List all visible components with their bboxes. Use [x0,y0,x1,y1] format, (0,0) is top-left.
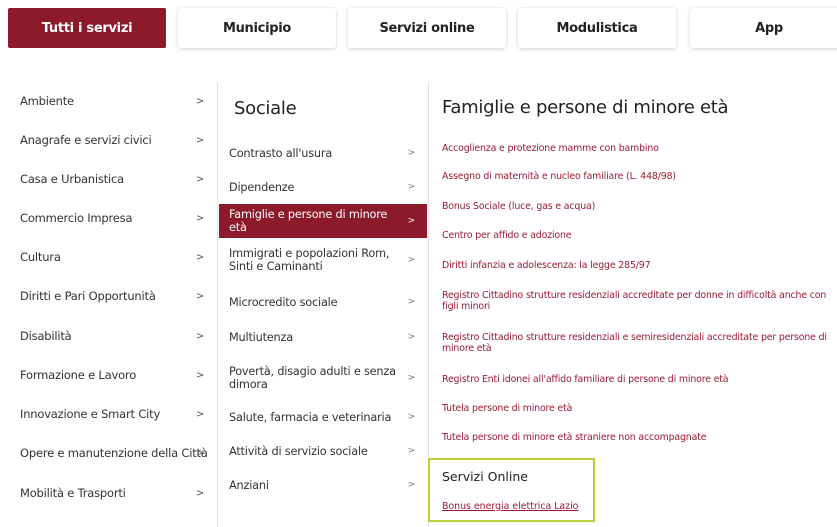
chevron-right-icon: > [407,331,416,342]
famiglie-heading: Famiglie e persone di minore età [442,97,729,118]
category-label: Casa e Urbanistica [20,172,124,186]
sociale-item-anziani[interactable]: Anziani > [219,470,427,500]
category-label: Anagrafe e servizi civici [20,133,152,147]
famiglie-link[interactable]: Registro Cittadino strutture residenzial… [442,290,837,312]
chevron-right-icon: > [407,215,416,226]
category-item-innovazione[interactable]: Innovazione e Smart City > [0,395,214,433]
sociale-item-immigrati[interactable]: Immigrati e popolazioni Rom, Sinti e Cam… [219,240,427,280]
chevron-right-icon: > [407,411,416,422]
category-item-diritti[interactable]: Diritti e Pari Opportunità > [0,277,214,315]
category-label: Mobilità e Trasporti [20,486,126,500]
sociale-item-dipendenze[interactable]: Dipendenze > [219,172,427,202]
tab-tutti-i-servizi[interactable]: Tutti i servizi [8,8,166,48]
sociale-item-label: Salute, farmacia e veterinaria [229,410,392,424]
chevron-right-icon: > [195,487,204,499]
famiglie-link[interactable]: Registro Cittadino strutture residenzial… [442,332,837,354]
category-item-mobilita-trasporti[interactable]: Mobilità e Trasporti > [0,474,214,512]
famiglie-link[interactable]: Diritti infanzia e adolescenza: la legge… [442,260,837,271]
famiglie-link[interactable]: Registro Enti idonei all'affido familiar… [442,374,837,385]
sociale-item-microcredito[interactable]: Microcredito sociale > [219,287,427,317]
category-label: Cultura [20,250,61,264]
category-label: Commercio Impresa [20,211,133,225]
category-item-disabilita[interactable]: Disabilità > [0,317,214,355]
chevron-right-icon: > [195,447,204,459]
category-item-anagrafe[interactable]: Anagrafe e servizi civici > [0,121,214,159]
sociale-item-label: Microcredito sociale [229,295,338,309]
category-label: Diritti e Pari Opportunità [20,289,156,303]
chevron-right-icon: > [195,290,204,302]
tab-app[interactable]: App [690,8,837,48]
category-item-cultura[interactable]: Cultura > [0,238,214,276]
chevron-right-icon: > [407,147,416,158]
sociale-item-attivita-servizio[interactable]: Attività di servizio sociale > [219,436,427,466]
chevron-right-icon: > [195,95,204,107]
category-label: Opere e manutenzione della Città [20,446,208,460]
tab-municipio[interactable]: Municipio [178,8,336,48]
category-label: Disabilità [20,329,72,343]
column-divider-left [217,82,218,527]
chevron-right-icon: > [407,296,416,307]
chevron-right-icon: > [195,173,204,185]
category-item-casa-urbanistica[interactable]: Casa e Urbanistica > [0,160,214,198]
tab-modulistica[interactable]: Modulistica [518,8,676,48]
famiglie-link[interactable]: Bonus Sociale (luce, gas e acqua) [442,201,837,212]
sociale-heading: Sociale [234,98,297,119]
sociale-item-contrasto-usura[interactable]: Contrasto all'usura > [219,138,427,168]
famiglie-link[interactable]: Assegno di maternità e nucleo familiare … [442,171,837,182]
famiglie-link[interactable]: Accoglienza e protezione mamme con bambi… [442,143,837,154]
chevron-right-icon: > [195,408,204,420]
category-label: Innovazione e Smart City [20,407,161,421]
chevron-right-icon: > [195,330,204,342]
sociale-item-poverta[interactable]: Povertà, disagio adulti e senza dimora > [219,358,427,398]
famiglie-link[interactable]: Centro per affido e adozione [442,230,837,241]
category-item-ambiente[interactable]: Ambiente > [0,82,214,120]
chevron-right-icon: > [407,372,416,383]
category-item-formazione-lavoro[interactable]: Formazione e Lavoro > [0,356,214,394]
chevron-right-icon: > [407,181,416,192]
sociale-item-label: Anziani [229,478,269,492]
category-item-opere-manutenzione[interactable]: Opere e manutenzione della Città > [0,434,214,472]
sociale-item-multiutenza[interactable]: Multiutenza > [219,322,427,352]
category-label: Ambiente [20,94,74,108]
chevron-right-icon: > [195,369,204,381]
servizi-online-heading: Servizi Online [442,469,528,484]
famiglie-link[interactable]: Tutela persone di minore età straniere n… [442,432,837,443]
sociale-item-label: Povertà, disagio adulti e senza dimora [229,365,396,391]
sociale-item-label: Contrasto all'usura [229,146,333,160]
chevron-right-icon: > [407,479,416,490]
sociale-item-label: Immigrati e popolazioni Rom, Sinti e Cam… [229,247,390,273]
category-item-commercio-impresa[interactable]: Commercio Impresa > [0,199,214,237]
sociale-item-famiglie[interactable]: Famiglie e persone di minore età > [219,204,427,238]
bonus-energia-link[interactable]: Bonus energia elettrica Lazio [442,501,578,512]
category-label: Formazione e Lavoro [20,368,137,382]
chevron-right-icon: > [407,445,416,456]
sociale-item-label: Attività di servizio sociale [229,444,368,458]
famiglie-link[interactable]: Tutela persone di minore età [442,403,837,414]
servizi-online-box: Servizi Online Bonus energia elettrica L… [428,458,595,522]
sociale-item-label: Dipendenze [229,180,295,194]
chevron-right-icon: > [195,251,204,263]
chevron-right-icon: > [195,134,204,146]
sociale-item-salute[interactable]: Salute, farmacia e veterinaria > [219,402,427,432]
tab-servizi-online[interactable]: Servizi online [348,8,506,48]
sociale-item-label: Multiutenza [229,330,293,344]
sociale-item-label: Famiglie e persone di minore età [229,208,388,234]
chevron-right-icon: > [407,254,416,265]
chevron-right-icon: > [195,212,204,224]
